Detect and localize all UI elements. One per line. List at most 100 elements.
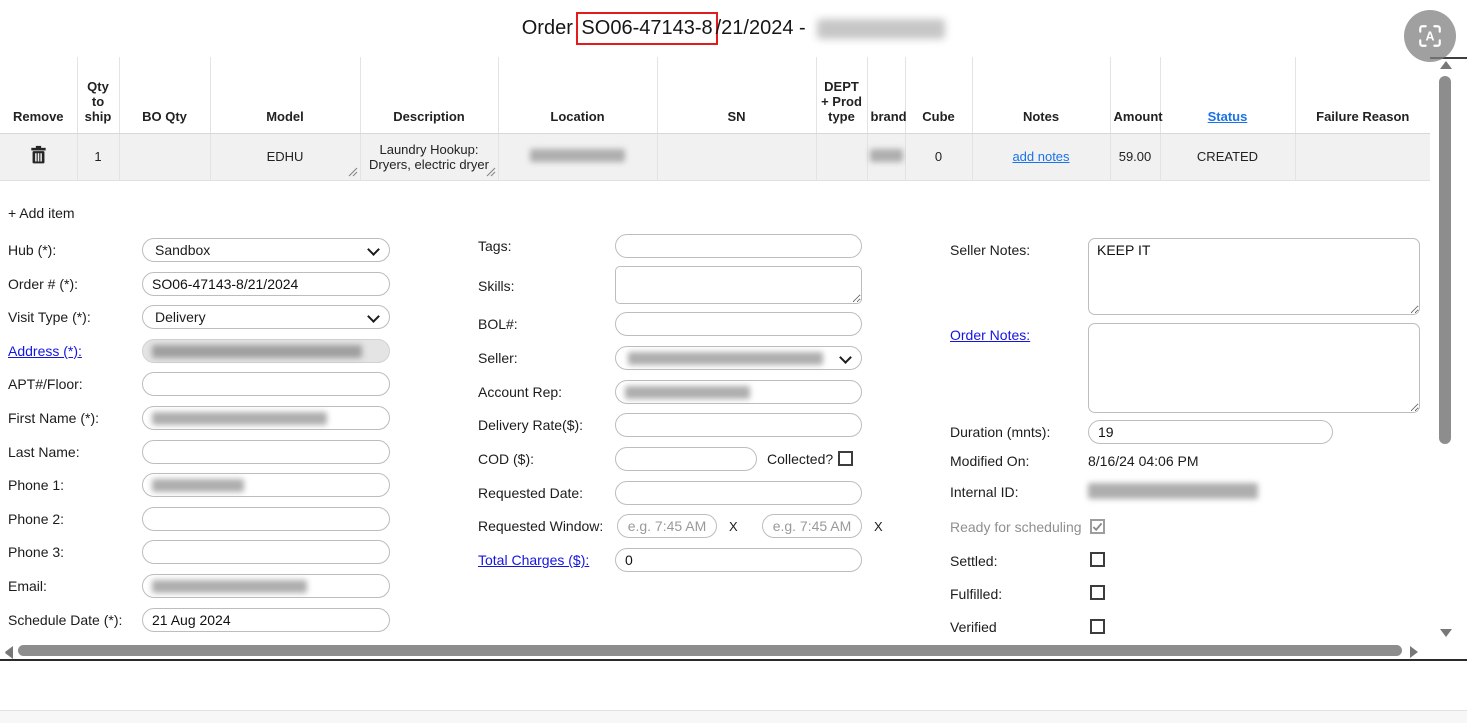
cod-label: COD ($): [478, 447, 534, 471]
last-name-input[interactable] [142, 440, 390, 464]
svg-text:A: A [1426, 30, 1435, 44]
phone3-label: Phone 3: [8, 540, 64, 564]
address-link-label[interactable]: Address (*): [8, 339, 82, 363]
cell-location [498, 133, 657, 180]
requested-window-start-input[interactable] [617, 514, 717, 538]
email-label: Email: [8, 574, 47, 598]
total-charges-link-label[interactable]: Total Charges ($): [478, 548, 589, 572]
fulfilled-label: Fulfilled: [950, 582, 1002, 606]
duration-input[interactable] [1088, 420, 1333, 444]
requested-window-end-input[interactable] [762, 514, 862, 538]
order-notes-textarea[interactable] [1088, 323, 1420, 413]
resize-handle-icon[interactable] [348, 167, 358, 177]
col-header-qty-to-ship: Qty to ship [77, 57, 119, 133]
seller-select[interactable] [615, 346, 862, 370]
cell-failure-reason [1295, 133, 1430, 180]
col-header-brand: brand [867, 57, 905, 133]
cell-description[interactable]: Laundry Hookup: Dryers, electric dryer [360, 133, 498, 180]
cell-remove [0, 133, 77, 180]
requested-window-label: Requested Window: [478, 514, 603, 538]
cell-notes[interactable]: add notes [972, 133, 1110, 180]
scroll-up-arrow-icon[interactable] [1440, 61, 1452, 69]
account-rep-redacted [625, 386, 750, 399]
tags-input[interactable] [615, 234, 862, 258]
fulfilled-checkbox[interactable] [1090, 585, 1105, 600]
cell-model[interactable]: EDHU [210, 133, 360, 180]
cell-qty-to-ship[interactable]: 1 [77, 133, 119, 180]
trash-icon[interactable] [28, 144, 49, 169]
hub-select[interactable]: Sandbox [142, 238, 390, 262]
col-header-notes: Notes [972, 57, 1110, 133]
phone1-field[interactable] [142, 473, 390, 497]
delivery-rate-input[interactable] [615, 413, 862, 437]
apt-floor-label: APT#/Floor: [8, 372, 83, 396]
apt-floor-input[interactable] [142, 372, 390, 396]
order-number-highlighted: SO06-47143-8 [581, 17, 712, 39]
vertical-scroll-thumb[interactable] [1439, 76, 1451, 444]
chevron-down-icon [839, 351, 852, 364]
titlebar: Order SO06-47143-8/21/2024 - [0, 0, 1467, 59]
skills-label: Skills: [478, 274, 515, 298]
visit-type-label: Visit Type (*): [8, 305, 91, 329]
schedule-date-input[interactable] [142, 608, 390, 632]
a-frame-glyph: A [1417, 23, 1443, 49]
requested-date-label: Requested Date: [478, 481, 583, 505]
requested-date-input[interactable] [615, 481, 862, 505]
bol-input[interactable] [615, 312, 862, 336]
seller-notes-textarea[interactable]: KEEP IT [1088, 238, 1420, 315]
phone2-label: Phone 2: [8, 507, 64, 531]
cod-input[interactable] [615, 447, 757, 471]
delivery-rate-label: Delivery Rate($): [478, 413, 583, 437]
phone3-input[interactable] [142, 540, 390, 564]
modified-on-label: Modified On: [950, 449, 1029, 473]
visit-type-select[interactable]: Delivery [142, 305, 390, 329]
customer-name-redacted [817, 19, 945, 39]
window-end-clear[interactable]: X [874, 515, 883, 539]
col-header-cube: Cube [905, 57, 972, 133]
first-name-field[interactable] [142, 406, 390, 430]
phone2-input[interactable] [142, 507, 390, 531]
skills-textarea[interactable] [615, 266, 862, 304]
ready-for-scheduling-label: Ready for scheduling [950, 515, 1082, 539]
settled-checkbox[interactable] [1090, 552, 1105, 567]
last-name-label: Last Name: [8, 440, 80, 464]
window-start-clear[interactable]: X [729, 515, 738, 539]
bottom-strip [0, 710, 1467, 723]
item-row: 1 EDHU Laundry Hookup: Dryers, electric … [0, 133, 1430, 180]
scroll-left-arrow-icon[interactable] [5, 646, 13, 658]
text-capture-icon[interactable]: A [1404, 10, 1456, 62]
verified-checkbox[interactable] [1090, 619, 1105, 634]
scroll-down-arrow-icon[interactable] [1440, 629, 1452, 637]
order-number-label: Order # (*): [8, 272, 78, 296]
order-number-input[interactable] [142, 272, 390, 296]
total-charges-input[interactable] [615, 548, 862, 572]
col-header-location: Location [498, 57, 657, 133]
add-item-link[interactable]: + Add item [8, 201, 75, 225]
title-prefix: Order [522, 17, 579, 40]
col-header-sn: SN [657, 57, 816, 133]
col-header-model: Model [210, 57, 360, 133]
collected-checkbox[interactable] [838, 451, 853, 466]
scroll-right-arrow-icon[interactable] [1410, 646, 1418, 658]
seller-label: Seller: [478, 346, 518, 370]
address-redacted [152, 345, 362, 358]
internal-id-label: Internal ID: [950, 480, 1018, 504]
verified-label: Verified [950, 615, 997, 639]
ready-for-scheduling-checkbox [1090, 519, 1105, 534]
add-notes-link[interactable]: add notes [1012, 149, 1069, 164]
col-header-status[interactable]: Status [1160, 57, 1295, 133]
schedule-date-label: Schedule Date (*): [8, 608, 122, 632]
internal-id-redacted [1088, 483, 1258, 499]
table-header-row: Remove Qty to ship BO Qty Model Descript… [0, 57, 1430, 133]
check-icon [1092, 522, 1103, 532]
account-rep-field [615, 380, 862, 404]
order-notes-link-label[interactable]: Order Notes: [950, 323, 1030, 347]
location-redacted [530, 149, 625, 162]
resize-handle-icon[interactable] [486, 167, 496, 177]
horizontal-scroll-thumb[interactable] [18, 645, 1402, 656]
chevron-down-icon [367, 310, 380, 323]
col-header-bo-qty: BO Qty [119, 57, 210, 133]
email-field[interactable] [142, 574, 390, 598]
col-header-description: Description [360, 57, 498, 133]
phone1-label: Phone 1: [8, 473, 64, 497]
